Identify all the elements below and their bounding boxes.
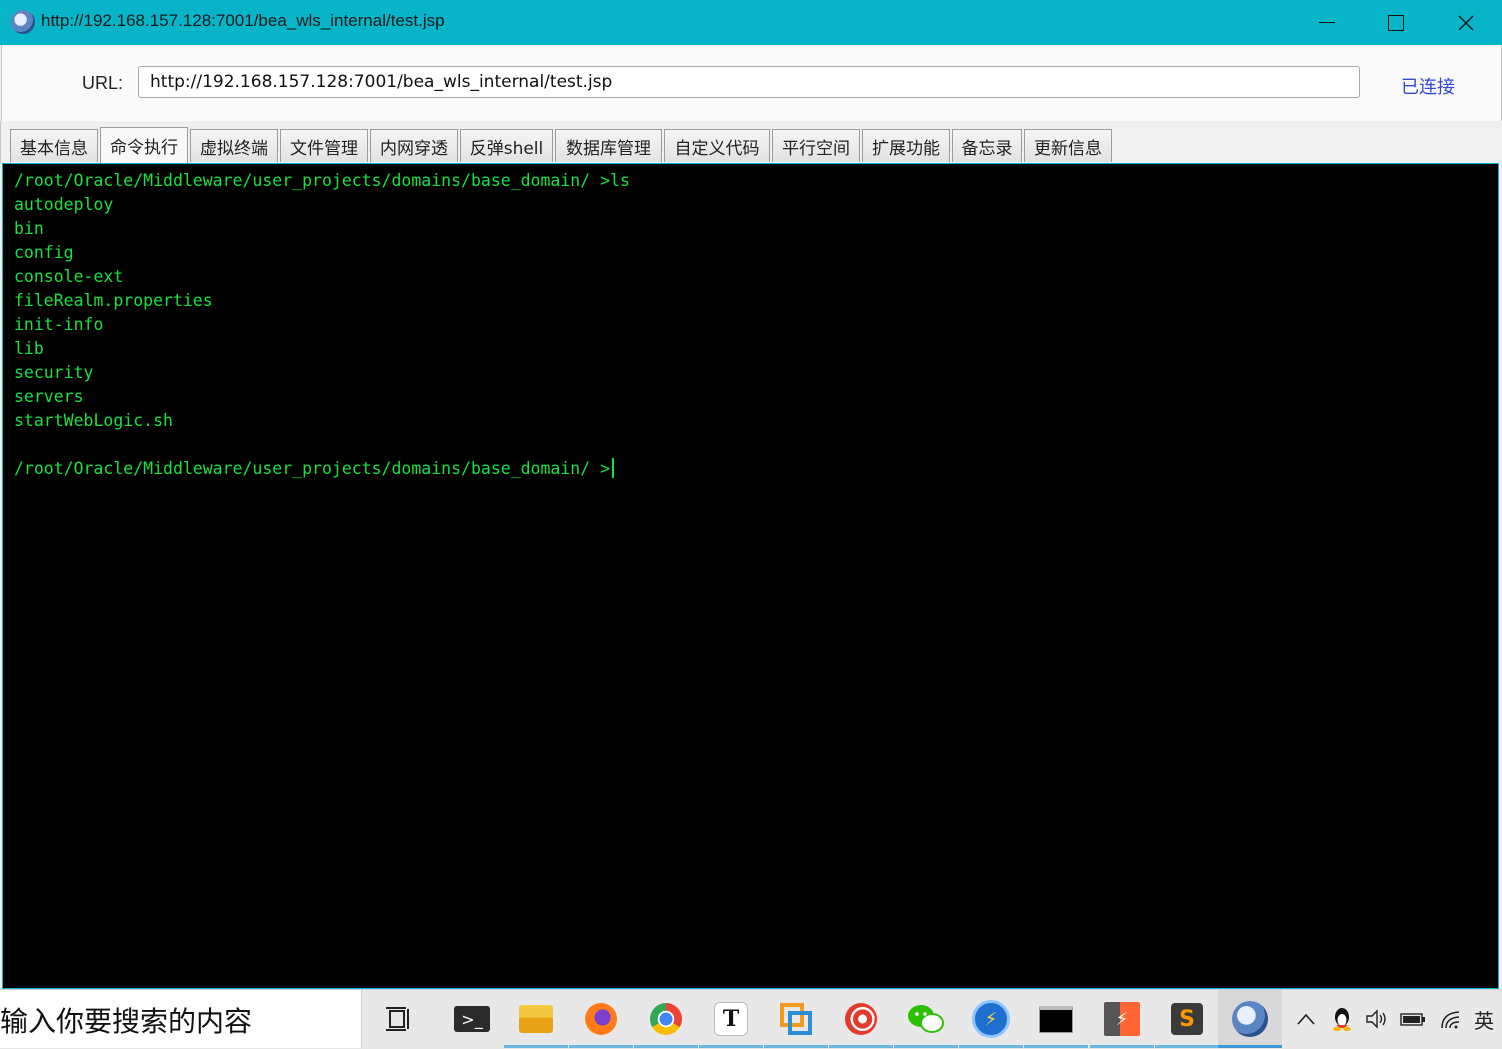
burp-suite-icon: ⚡ [1104, 1002, 1140, 1036]
tab-reverse-shell[interactable]: 反弹shell [460, 129, 553, 162]
volume-icon [1366, 1009, 1386, 1029]
taskbar-vmware[interactable] [764, 990, 828, 1048]
url-input[interactable]: http://192.168.157.128:7001/bea_wls_inte… [138, 66, 1360, 98]
terminal-line: config [14, 243, 74, 262]
file-explorer-icon [519, 1005, 553, 1033]
search-placeholder: 输入你要搜索的内容 [0, 1005, 253, 1038]
terminal-line: fileRealm.properties [14, 291, 213, 310]
behinder-icon [1232, 1001, 1268, 1037]
close-button[interactable] [1431, 0, 1501, 45]
wifi-icon [1441, 1011, 1460, 1029]
taskbar-burp-suite[interactable]: ⚡ [1090, 990, 1154, 1048]
taskbar-file-explorer[interactable] [504, 990, 568, 1048]
maximize-icon [1388, 14, 1404, 31]
taskbar-terminal[interactable]: >_ [440, 990, 504, 1048]
command-terminal[interactable]: /root/Oracle/Middleware/user_projects/do… [2, 163, 1499, 989]
scorpion-logo-icon [11, 10, 35, 34]
thunder-icon: ⚡ [972, 1000, 1010, 1038]
taskbar-wechat[interactable] [894, 990, 958, 1048]
minimize-icon [1319, 22, 1335, 23]
terminal-output: /root/Oracle/Middleware/user_projects/do… [14, 169, 630, 481]
window-title: http://192.168.157.128:7001/bea_wls_inte… [41, 11, 445, 30]
connection-status: 已连接 [1401, 77, 1455, 98]
taskbar-search-box[interactable]: 输入你要搜索的内容 [0, 990, 362, 1048]
tab-parallel-space[interactable]: 平行空间 [772, 129, 860, 162]
tray-battery[interactable] [1399, 1004, 1427, 1034]
terminal-line: autodeploy [14, 195, 114, 214]
terminal-prompt-line[interactable]: /root/Oracle/Middleware/user_projects/do… [14, 457, 630, 481]
tab-command-exec[interactable]: 命令执行 [100, 127, 188, 163]
terminal-line: bin [14, 219, 44, 238]
snail-app-icon [845, 1003, 877, 1035]
tab-bar: 基本信息 命令执行 虚拟终端 文件管理 内网穿透 反弹shell 数据库管理 自… [0, 121, 1502, 163]
tray-qq[interactable] [1330, 1004, 1354, 1034]
taskbar-cmd[interactable] [1024, 990, 1088, 1048]
tab-custom-code[interactable]: 自定义代码 [664, 129, 770, 162]
taskbar-thunder[interactable]: ⚡ [959, 990, 1023, 1048]
vmware-icon [780, 1003, 812, 1035]
terminal-line: console-ext [14, 267, 124, 286]
tray-show-hidden[interactable] [1294, 1004, 1318, 1034]
tab-update-info[interactable]: 更新信息 [1024, 129, 1112, 162]
minimize-button[interactable] [1292, 0, 1362, 45]
typora-icon: T [714, 1002, 748, 1036]
taskbar: 输入你要搜索的内容 >_ T ⚡ ⚡ S 英 [0, 989, 1502, 1049]
url-bar: URL: http://192.168.157.128:7001/bea_wls… [1, 45, 1502, 121]
task-view-icon [386, 1007, 409, 1031]
taskbar-behinder[interactable] [1218, 990, 1282, 1048]
tray-ime-indicator[interactable]: 英 [1470, 1004, 1498, 1034]
cmd-icon [1039, 1005, 1073, 1033]
terminal-line: security [14, 363, 94, 382]
terminal-line: lib [14, 339, 44, 358]
tab-database-manager[interactable]: 数据库管理 [555, 129, 662, 162]
terminal-icon: >_ [454, 1006, 490, 1032]
close-icon [1458, 15, 1474, 30]
url-label: URL: [82, 73, 124, 93]
tab-extensions[interactable]: 扩展功能 [862, 129, 950, 162]
tab-basic-info[interactable]: 基本信息 [10, 129, 98, 162]
taskbar-sublime-text[interactable]: S [1155, 990, 1219, 1048]
chrome-icon [650, 1003, 682, 1035]
qq-penguin-icon [1333, 1008, 1351, 1031]
tray-wifi[interactable] [1437, 1004, 1465, 1034]
sublime-text-icon: S [1171, 1003, 1203, 1035]
firefox-icon [585, 1003, 617, 1035]
tab-memo[interactable]: 备忘录 [952, 129, 1022, 162]
terminal-line: /root/Oracle/Middleware/user_projects/do… [14, 171, 630, 190]
battery-icon [1400, 1013, 1425, 1026]
terminal-line: servers [14, 387, 84, 406]
terminal-line: init-info [14, 315, 104, 334]
tab-intranet-tunnel[interactable]: 内网穿透 [370, 129, 458, 162]
taskbar-snail-app[interactable] [829, 990, 893, 1048]
taskbar-task-view[interactable] [368, 990, 432, 1048]
terminal-line: startWebLogic.sh [14, 411, 173, 430]
chevron-up-icon [1297, 1013, 1315, 1025]
terminal-prompt: /root/Oracle/Middleware/user_projects/do… [14, 459, 611, 478]
text-cursor [612, 458, 615, 478]
tab-virtual-terminal[interactable]: 虚拟终端 [190, 129, 278, 162]
wechat-icon [908, 1005, 944, 1033]
taskbar-chrome[interactable] [634, 990, 698, 1048]
tab-file-manager[interactable]: 文件管理 [280, 129, 368, 162]
window-titlebar: http://192.168.157.128:7001/bea_wls_inte… [0, 0, 1502, 45]
taskbar-firefox[interactable] [569, 990, 633, 1048]
tray-volume[interactable] [1364, 1004, 1390, 1034]
maximize-button[interactable] [1361, 0, 1431, 45]
taskbar-typora[interactable]: T [699, 990, 763, 1048]
